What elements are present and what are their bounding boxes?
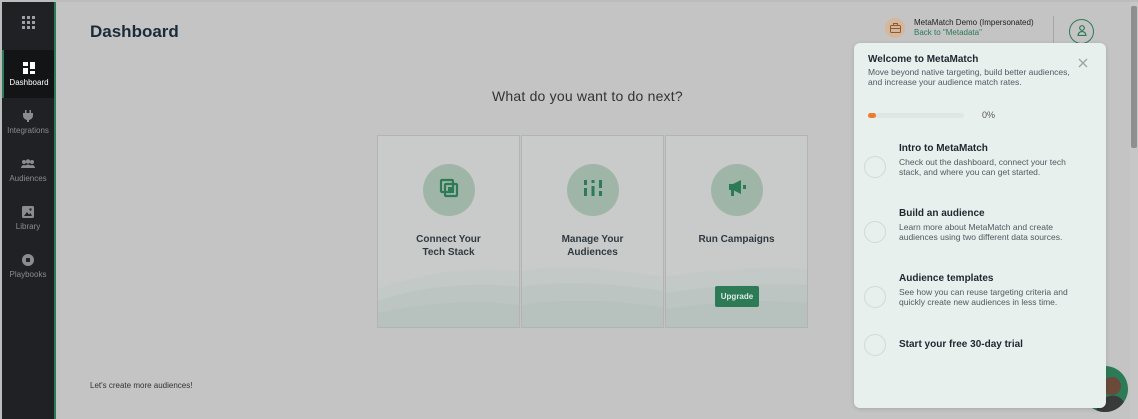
next-step-question: What do you want to do next?	[492, 88, 683, 104]
onboarding-panel: Welcome to MetaMatch Move beyond native …	[854, 43, 1106, 408]
sidebar-item-label: Dashboard	[9, 77, 49, 87]
card-icon-circle	[567, 164, 619, 216]
people-icon	[21, 158, 35, 170]
sidebar: Dashboard Integrations Audiences Library…	[2, 2, 54, 419]
step-title: Build an audience	[899, 208, 985, 219]
megaphone-icon	[726, 179, 748, 202]
card-icon-circle	[711, 164, 763, 216]
sidebar-item-dashboard[interactable]: Dashboard	[2, 50, 54, 98]
upgrade-button[interactable]: Upgrade	[715, 286, 759, 307]
step-title: Start your free 30-day trial	[899, 339, 1023, 350]
card-manage-audiences[interactable]: Manage Your Audiences	[521, 135, 664, 328]
card-label: Run Campaigns	[698, 234, 775, 245]
image-icon	[22, 205, 34, 218]
user-icon	[1076, 23, 1087, 41]
progress-percent: 0%	[982, 110, 996, 120]
sliders-icon	[583, 178, 603, 203]
sidebar-item-label: Integrations	[7, 125, 49, 135]
sidebar-item-integrations[interactable]: Integrations	[2, 98, 54, 146]
step-title: Audience templates	[899, 273, 994, 284]
onboarding-progress-bar	[868, 113, 964, 118]
panel-description: Move beyond native targeting, build bett…	[868, 67, 1070, 87]
scrollbar-thumb[interactable]	[1131, 6, 1137, 148]
sidebar-item-audiences[interactable]: Audiences	[2, 146, 54, 194]
sidebar-item-label: Audiences	[9, 173, 47, 183]
card-connect-tech-stack[interactable]: Connect Your Tech Stack	[377, 135, 520, 328]
plug-icon	[23, 109, 33, 122]
card-run-campaigns[interactable]: Run Campaigns Upgrade	[665, 135, 808, 328]
playbook-icon	[22, 253, 34, 266]
sidebar-item-playbooks[interactable]: Playbooks	[2, 242, 54, 290]
step-radio[interactable]	[864, 334, 886, 356]
sidebar-item-label: Library	[15, 221, 41, 231]
user-profile-button[interactable]	[1069, 19, 1094, 44]
header-divider	[1053, 16, 1054, 44]
step-description: Check out the dashboard, connect your te…	[899, 157, 1066, 177]
progress-fill	[868, 113, 876, 118]
card-icon-circle	[423, 164, 475, 216]
apps-grid-icon[interactable]	[2, 2, 54, 42]
dashboard-icon	[23, 61, 35, 74]
step-intro[interactable]: Intro to MetaMatch Check out the dashboa…	[864, 143, 1094, 193]
footer-prompt: Let's create more audiences!	[90, 381, 193, 390]
back-link[interactable]: Back to "Metadata"	[914, 28, 1034, 38]
step-description: Learn more about MetaMatch and create au…	[899, 222, 1063, 242]
step-radio[interactable]	[864, 286, 886, 308]
card-wave-decoration	[522, 267, 663, 327]
page-scrollbar[interactable]	[1130, 2, 1138, 419]
step-audience-templates[interactable]: Audience templates See how you can reuse…	[864, 273, 1094, 323]
briefcase-icon	[885, 18, 905, 38]
card-wave-decoration	[378, 269, 519, 327]
step-radio[interactable]	[864, 156, 886, 178]
panel-title: Welcome to MetaMatch	[868, 54, 979, 65]
step-title: Intro to MetaMatch	[899, 143, 988, 154]
page-title: Dashboard	[90, 22, 179, 41]
sidebar-item-library[interactable]: Library	[2, 194, 54, 242]
sidebar-item-label: Playbooks	[9, 269, 47, 279]
step-build-audience[interactable]: Build an audience Learn more about MetaM…	[864, 208, 1094, 258]
account-switcher[interactable]: MetaMatch Demo (Impersonated) Back to "M…	[885, 18, 1034, 38]
card-label: Manage Your Audiences	[561, 234, 624, 258]
step-description: See how you can reuse targeting criteria…	[899, 287, 1068, 307]
account-name: MetaMatch Demo (Impersonated)	[914, 18, 1034, 27]
step-free-trial[interactable]: Start your free 30-day trial	[864, 334, 1094, 358]
stack-icon	[438, 177, 460, 204]
step-radio[interactable]	[864, 221, 886, 243]
card-label: Connect Your Tech Stack	[416, 234, 481, 258]
